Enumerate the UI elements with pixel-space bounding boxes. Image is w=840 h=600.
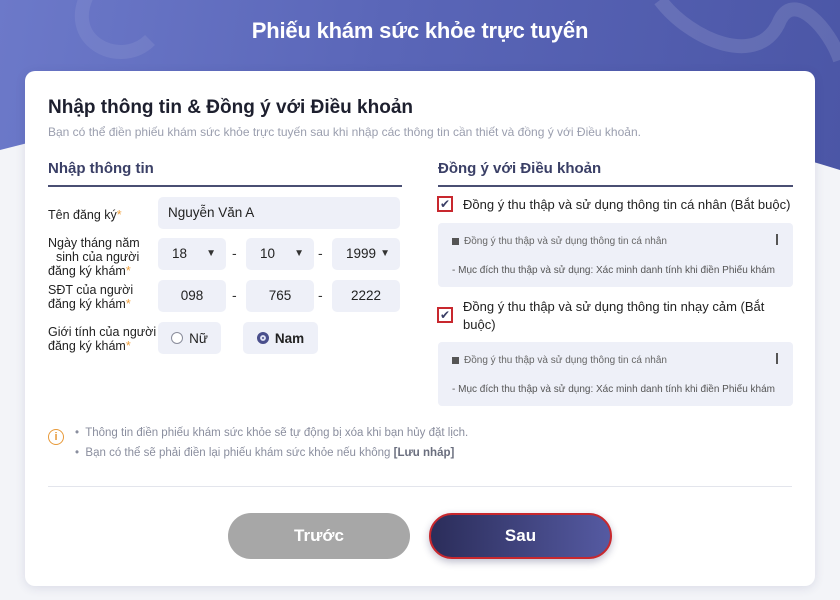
info-section-title: Nhập thông tin (48, 160, 154, 177)
card-title: Nhập thông tin & Đồng ý với Điều khoản (48, 97, 413, 118)
terms-sensitive-checkbox[interactable]: ✔ (437, 307, 453, 323)
terms-sensitive-label[interactable]: Đồng ý thu thập và sử dụng thông tin nhạ… (463, 298, 764, 334)
scroll-caret (776, 353, 778, 364)
phone-part3-input[interactable]: 2222 (332, 280, 400, 312)
next-button[interactable]: Sau (429, 513, 612, 559)
info-icon: i (48, 429, 64, 445)
gender-male-radio[interactable]: Nam (243, 322, 318, 354)
card-subtitle: Bạn có thể điền phiếu khám sức khỏe trực… (48, 125, 641, 139)
terms-personal-text-body: - Mục đích thu thập và sử dụng: Xác minh… (452, 265, 775, 276)
terms-personal-textbox[interactable]: Đồng ý thu thập và sử dụng thông tin cá … (438, 223, 793, 287)
name-label: Tên đăng ký* (48, 208, 122, 222)
name-input[interactable]: Nguyễn Văn A (158, 197, 400, 229)
terms-personal-checkbox[interactable]: ✔ (437, 196, 453, 212)
radio-unchecked-icon (171, 332, 184, 344)
terms-section-divider (438, 185, 793, 187)
phone-separator: - (318, 287, 323, 303)
footer-divider (48, 486, 792, 487)
dob-day-select[interactable]: 18 ▼ (158, 238, 226, 270)
note-line-2: • Bạn có thể sẽ phải điền lại phiếu khám… (75, 447, 455, 459)
gender-female-radio[interactable]: Nữ (158, 322, 221, 354)
form-card: Nhập thông tin & Đồng ý với Điều khoản B… (25, 71, 815, 586)
dob-year-select[interactable]: 1999 ▼ (332, 238, 400, 270)
info-section-divider (48, 185, 402, 187)
terms-sensitive-text-body: - Mục đích thu thập và sử dụng: Xác minh… (452, 384, 775, 395)
terms-personal-label[interactable]: Đồng ý thu thập và sử dụng thông tin cá … (463, 196, 790, 214)
terms-sensitive-textbox[interactable]: Đồng ý thu thập và sử dụng thông tin cá … (438, 342, 793, 406)
gender-label: Giới tính của người đăng ký khám* (48, 325, 157, 353)
chevron-down-icon: ▼ (294, 248, 304, 259)
checkmark-icon: ✔ (439, 308, 451, 322)
prev-button[interactable]: Trước (228, 513, 410, 559)
radio-checked-icon (256, 332, 269, 344)
chevron-down-icon: ▼ (206, 248, 216, 259)
phone-separator: - (232, 287, 237, 303)
terms-sensitive-text-title: Đồng ý thu thập và sử dụng thông tin cá … (464, 355, 667, 366)
note-line-1: • Thông tin điền phiếu khám sức khỏe sẽ … (75, 427, 469, 439)
page-title: Phiếu khám sức khỏe trực tuyến (251, 18, 589, 43)
dob-label: Ngày tháng năm sinh của người đăng ký kh… (48, 236, 140, 278)
bullet-square-icon (452, 357, 459, 364)
phone-part2-input[interactable]: 765 (246, 280, 314, 312)
phone-label: SĐT của người đăng ký khám* (48, 283, 134, 311)
dob-separator: - (232, 245, 237, 261)
terms-personal-text-title: Đồng ý thu thập và sử dụng thông tin cá … (464, 236, 667, 247)
chevron-down-icon: ▼ (380, 248, 390, 259)
dob-month-select[interactable]: 10 ▼ (246, 238, 314, 270)
phone-part1-input[interactable]: 098 (158, 280, 226, 312)
bullet-square-icon (452, 238, 459, 245)
checkmark-icon: ✔ (439, 197, 451, 211)
scroll-caret (776, 234, 778, 245)
dob-separator: - (318, 245, 323, 261)
terms-section-title: Đồng ý với Điều khoản (438, 160, 602, 177)
